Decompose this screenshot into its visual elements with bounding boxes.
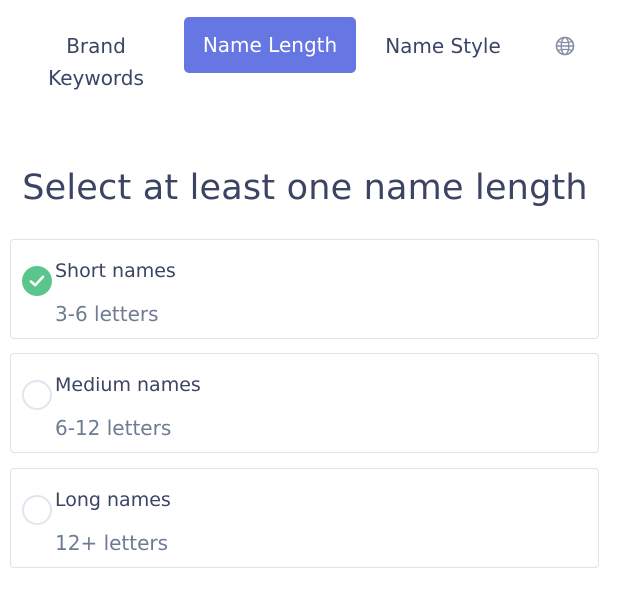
option-title: Long names <box>55 489 171 511</box>
tab-name-style[interactable]: Name Style <box>372 30 514 62</box>
top-navigation: Brand Keywords Name Length Name Style <box>0 0 620 110</box>
checked-icon[interactable] <box>22 266 52 296</box>
page-title: Select at least one name length <box>22 168 588 208</box>
unchecked-radio-icon[interactable] <box>22 495 52 525</box>
tab-name-length-label: Name Length <box>202 33 338 57</box>
tab-brand-keywords[interactable]: Brand Keywords <box>40 30 152 94</box>
tab-brand-keywords-line2: Keywords <box>48 66 144 90</box>
option-subtitle: 6-12 letters <box>55 416 172 440</box>
option-medium-names[interactable]: Medium names 6-12 letters <box>10 353 599 453</box>
unchecked-radio-icon[interactable] <box>22 380 52 410</box>
tab-brand-keywords-line1: Brand <box>66 34 126 58</box>
option-subtitle: 3-6 letters <box>55 302 159 326</box>
option-long-names[interactable]: Long names 12+ letters <box>10 468 599 568</box>
tab-name-style-label: Name Style <box>385 34 501 58</box>
tab-name-length[interactable]: Name Length <box>184 17 356 73</box>
option-title: Short names <box>55 260 176 282</box>
option-title: Medium names <box>55 374 201 396</box>
globe-icon[interactable] <box>554 35 576 57</box>
option-short-names[interactable]: Short names 3-6 letters <box>10 239 599 339</box>
option-subtitle: 12+ letters <box>55 531 169 555</box>
